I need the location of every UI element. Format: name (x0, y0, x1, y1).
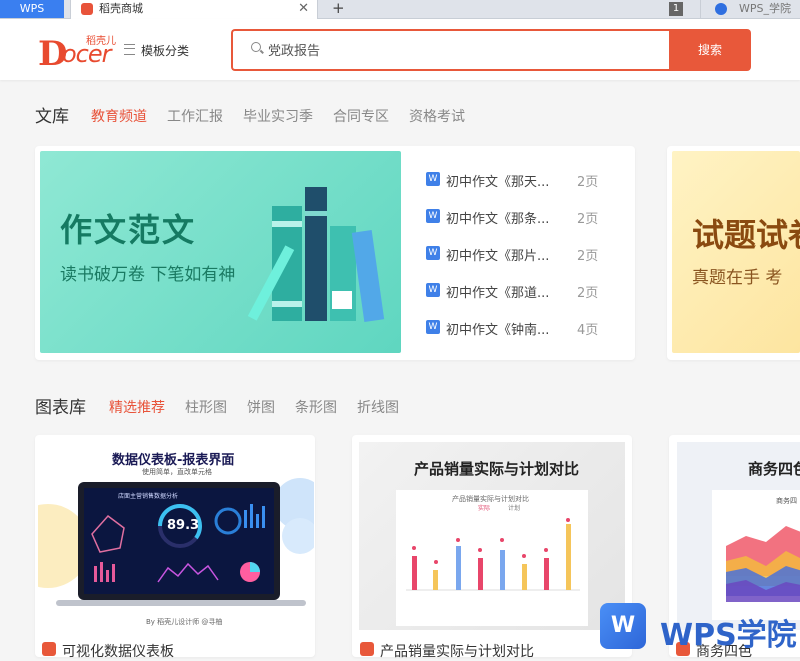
wps-academy-logo-icon: W (600, 603, 646, 649)
wenku-tab-internship[interactable]: 毕业实习季 (243, 106, 313, 126)
dashboard-template-title: 数据仪表板-报表界面 (112, 453, 235, 468)
docer-logo-cn: 稻壳儿 (86, 36, 116, 47)
business-template-title: 商务四色 (748, 460, 800, 478)
wenku-tab-contract[interactable]: 合同专区 (333, 106, 389, 126)
doc-title[interactable]: 初中作文《那片... (446, 245, 549, 264)
doc-pages: 2页 (577, 175, 599, 190)
sales-template-title: 产品销量实际与计划对比 (414, 460, 580, 478)
word-doc-icon: W (426, 320, 440, 334)
dashboard-screen-title: 店面主营销售数据分析 (118, 493, 179, 500)
template-type-icon (42, 642, 56, 656)
wenku-title: 文库 (35, 107, 69, 127)
word-doc-icon: W (426, 283, 440, 297)
word-doc-icon: W (426, 246, 440, 260)
charts-title: 图表库 (35, 398, 86, 418)
tab-title-academy: WPS_学院 (739, 2, 791, 15)
tab-wps-academy[interactable]: WPS_学院 (700, 0, 800, 18)
sales-chart-preview (406, 518, 580, 591)
wenku-tab-education[interactable]: 教育频道 (91, 106, 147, 126)
essay-banner[interactable] (40, 151, 401, 353)
charts-tab-column[interactable]: 柱形图 (185, 397, 227, 417)
exam-banner-title: 试题试卷 (692, 216, 800, 254)
charts-tab-featured[interactable]: 精选推荐 (109, 397, 165, 417)
essay-banner-subtitle: 读书破万卷 下笔如有神 (60, 265, 236, 285)
template-type-icon (360, 642, 374, 656)
business-chart-preview (726, 526, 800, 602)
dashboard-card-label[interactable]: 可视化数据仪表板 (62, 641, 174, 661)
doc-title[interactable]: 初中作文《那天... (446, 171, 549, 190)
wenku-tab-work-report[interactable]: 工作汇报 (167, 106, 223, 126)
new-tab-button[interactable]: + (332, 0, 345, 17)
tab-docer-store[interactable]: 稻壳商城 ✕ (70, 0, 318, 19)
close-tab-icon[interactable]: ✕ (298, 0, 309, 17)
doc-pages: 2页 (577, 212, 599, 227)
wenku-tab-exam[interactable]: 资格考试 (409, 106, 465, 126)
exam-banner-subtitle: 真题在手 考 (692, 268, 783, 288)
books-illustration (247, 187, 385, 322)
dashboard-value: 89.3 (167, 518, 200, 533)
tab-count-badge[interactable]: 1 (669, 2, 683, 16)
search-button[interactable]: 搜索 (669, 29, 751, 71)
doc-pages: 2页 (577, 286, 599, 301)
charts-tab-pie[interactable]: 饼图 (247, 397, 275, 417)
wps-academy-watermark: WPS学院 (660, 618, 797, 653)
doc-pages: 4页 (577, 323, 599, 338)
doc-title[interactable]: 初中作文《钟南... (446, 319, 549, 338)
word-doc-icon: W (426, 209, 440, 223)
charts-tab-bar[interactable]: 条形图 (295, 397, 337, 417)
dashboard-footer: By 稻壳儿设计师 @寻柚 (146, 618, 223, 626)
essay-banner-title: 作文范文 (60, 211, 197, 249)
menu-icon[interactable] (124, 44, 135, 55)
search-icon (251, 42, 261, 52)
word-doc-icon: W (426, 172, 440, 186)
charts-tab-line[interactable]: 折线图 (357, 397, 399, 417)
tab-title: 稻壳商城 (99, 2, 143, 15)
search-input-value[interactable]: 党政报告 (268, 40, 320, 59)
template-category-link[interactable]: 模板分类 (141, 42, 189, 59)
tab-wps[interactable]: WPS (0, 0, 64, 18)
business-chart-title: 商务四 (776, 497, 797, 505)
doc-title[interactable]: 初中作文《那道... (446, 282, 549, 301)
wps-academy-icon (715, 3, 727, 15)
sales-card-label[interactable]: 产品销量实际与计划对比 (380, 641, 534, 661)
docer-tab-icon (81, 3, 93, 15)
doc-pages: 2页 (577, 249, 599, 264)
doc-title[interactable]: 初中作文《那条... (446, 208, 549, 227)
